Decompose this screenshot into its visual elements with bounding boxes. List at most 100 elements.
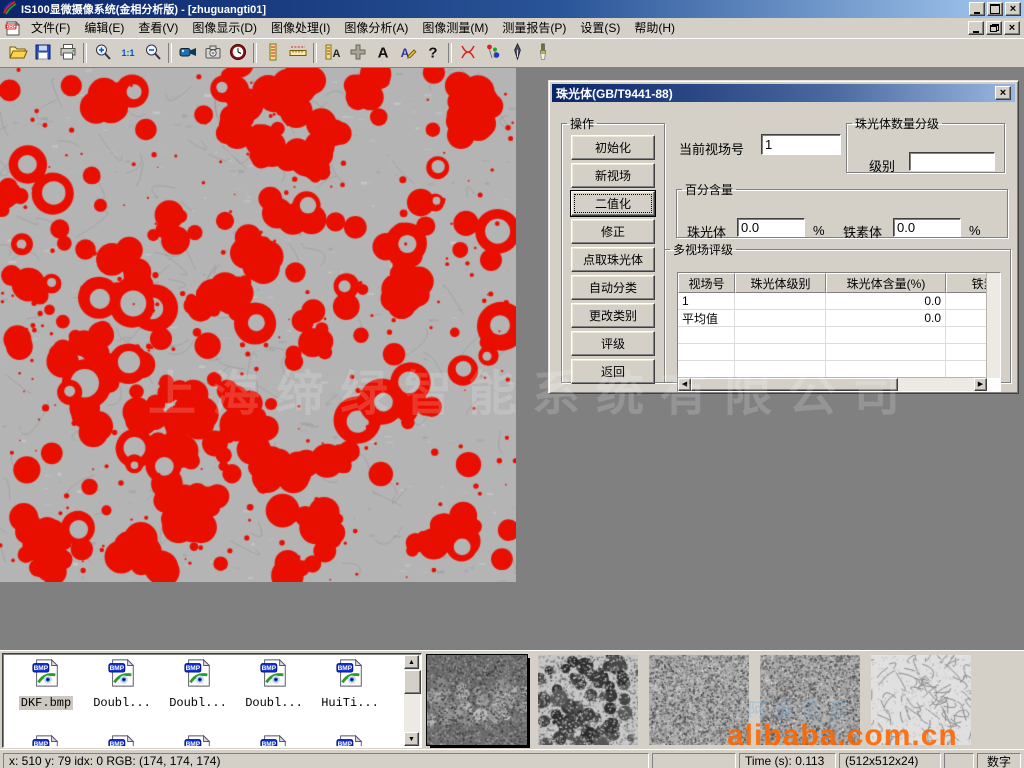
brush-button[interactable] xyxy=(530,41,555,65)
op-button-3[interactable]: 修正 xyxy=(571,219,655,244)
table-row[interactable] xyxy=(678,361,987,378)
actual-size-button[interactable]: 1:1 xyxy=(115,41,140,65)
multi-field-rating-group: 多视场评级 视场号珠光体级别珠光体含量(%)铁素体含量(%)10.0平均值0.0… xyxy=(664,241,1011,383)
video-camera-button[interactable] xyxy=(175,41,200,65)
menu-item-6[interactable]: 图像测量(M) xyxy=(415,19,495,37)
menu-item-8[interactable]: 设置(S) xyxy=(573,19,627,37)
current-view-label: 当前视场号 xyxy=(679,139,744,158)
mdi-close-icon: × xyxy=(1009,23,1015,34)
table-row[interactable]: 10.0 xyxy=(678,293,987,310)
file-item-row2-4[interactable]: BMP xyxy=(313,734,387,746)
op-button-7[interactable]: 评级 xyxy=(571,331,655,356)
menu-item-0[interactable]: 文件(F) xyxy=(24,19,77,37)
camera-button[interactable] xyxy=(200,41,225,65)
mdi-minimize-button[interactable] xyxy=(968,21,984,35)
op-button-5[interactable]: 自动分类 xyxy=(571,275,655,300)
pen-button[interactable] xyxy=(505,41,530,65)
scroll-up-button[interactable]: ▲ xyxy=(404,655,419,669)
zoom-in-button[interactable] xyxy=(90,41,115,65)
open-button[interactable] xyxy=(5,41,30,65)
grade-input[interactable] xyxy=(909,152,995,171)
op-button-1[interactable]: 新视场 xyxy=(571,163,655,188)
curve-tool-icon xyxy=(458,42,478,65)
op-button-4[interactable]: 点取珠光体 xyxy=(571,247,655,272)
file-scroll-thumb[interactable] xyxy=(404,670,421,694)
table-cell: 1 xyxy=(678,293,735,310)
op-button-0[interactable]: 初始化 xyxy=(571,135,655,160)
svg-text:BMP: BMP xyxy=(262,665,277,672)
help-button[interactable]: ? xyxy=(420,41,445,65)
dialog-close-icon: × xyxy=(1000,88,1006,99)
text-label-button[interactable]: A xyxy=(370,41,395,65)
table-cell xyxy=(826,344,946,361)
rating-table: 视场号珠光体级别珠光体含量(%)铁素体含量(%)10.0平均值0.0 ◀ ▶ xyxy=(677,272,1001,392)
table-row[interactable] xyxy=(678,344,987,361)
op-button-6[interactable]: 更改类别 xyxy=(571,303,655,328)
mdi-close-button[interactable]: × xyxy=(1004,21,1020,35)
file-item-3[interactable]: BMPDoubl... xyxy=(237,658,311,711)
ferrite-percent-input[interactable] xyxy=(893,218,961,237)
file-item-row2-3[interactable]: BMP xyxy=(237,734,311,746)
menu-item-3[interactable]: 图像显示(D) xyxy=(185,19,264,37)
table-cell xyxy=(735,293,826,310)
zoom-out-button[interactable] xyxy=(140,41,165,65)
table-header-0: 视场号 xyxy=(678,273,735,293)
annotate-button[interactable]: A xyxy=(395,41,420,65)
scroll-left-button[interactable]: ◀ xyxy=(678,378,691,391)
grid-cross-button[interactable] xyxy=(345,41,370,65)
table-vertical-scrollbar[interactable] xyxy=(986,273,1000,378)
micrograph-thumb-2[interactable] xyxy=(538,655,638,745)
table-row[interactable]: 平均值0.0 xyxy=(678,310,987,327)
file-item-4[interactable]: BMPHuiTi... xyxy=(313,658,387,711)
video-camera-icon xyxy=(178,42,198,65)
menu-item-1[interactable]: 编辑(E) xyxy=(77,19,131,37)
mdi-restore-button[interactable] xyxy=(986,21,1002,35)
file-item-0[interactable]: BMPDKF.bmp xyxy=(9,658,83,711)
file-item-1[interactable]: BMPDoubl... xyxy=(85,658,159,711)
scroll-thumb[interactable] xyxy=(691,378,898,391)
micrograph-thumb-5[interactable] xyxy=(871,655,971,745)
analysis-image[interactable] xyxy=(0,68,516,582)
clock-button[interactable] xyxy=(225,41,250,65)
minimize-button[interactable] xyxy=(969,2,985,16)
micrograph-thumb-4[interactable] xyxy=(760,655,860,745)
file-item-row2-1[interactable]: BMP xyxy=(85,734,159,746)
menu-item-5[interactable]: 图像分析(A) xyxy=(337,19,415,37)
svg-text:DOC: DOC xyxy=(6,24,17,29)
svg-text:BMP: BMP xyxy=(34,741,49,746)
count-marks-button[interactable] xyxy=(480,41,505,65)
bmp-file-icon: BMP xyxy=(259,675,289,692)
scroll-right-button[interactable]: ▶ xyxy=(974,378,987,391)
file-item-row2-0[interactable]: BMP xyxy=(9,734,83,746)
dialog-title-bar[interactable]: 珠光体(GB/T9441-88) × xyxy=(552,84,1015,102)
document-system-menu-icon[interactable]: DOC xyxy=(5,21,21,36)
measure-text-button[interactable]: A xyxy=(320,41,345,65)
dialog-close-button[interactable]: × xyxy=(995,86,1011,100)
ruler-button[interactable] xyxy=(285,41,310,65)
save-button[interactable] xyxy=(30,41,55,65)
op-button-2[interactable]: 二值化 xyxy=(571,191,655,216)
text-label-icon: A xyxy=(373,42,393,65)
close-button[interactable]: × xyxy=(1005,2,1021,16)
curve-tool-button[interactable] xyxy=(455,41,480,65)
menu-item-2[interactable]: 查看(V) xyxy=(131,19,185,37)
print-button[interactable] xyxy=(55,41,80,65)
caliper-button[interactable] xyxy=(260,41,285,65)
current-view-input[interactable] xyxy=(761,134,841,155)
menu-item-7[interactable]: 测量报告(P) xyxy=(495,19,573,37)
scroll-down-button[interactable]: ▼ xyxy=(404,732,419,746)
pearlite-percent-input[interactable] xyxy=(737,218,805,237)
pearlite-label: 珠光体 xyxy=(687,222,726,241)
table-row[interactable] xyxy=(678,327,987,344)
svg-text:BMP: BMP xyxy=(338,665,353,672)
maximize-button[interactable] xyxy=(987,2,1003,16)
op-button-8[interactable]: 返回 xyxy=(571,359,655,384)
menu-item-9[interactable]: 帮助(H) xyxy=(627,19,682,37)
file-item-row2-2[interactable]: BMP xyxy=(161,734,235,746)
open-icon xyxy=(8,42,28,65)
menu-item-4[interactable]: 图像处理(I) xyxy=(264,19,337,37)
table-cell: 0.0 xyxy=(826,310,946,327)
file-item-2[interactable]: BMPDoubl... xyxy=(161,658,235,711)
micrograph-thumb-1[interactable] xyxy=(427,655,527,745)
micrograph-thumb-3[interactable] xyxy=(649,655,749,745)
